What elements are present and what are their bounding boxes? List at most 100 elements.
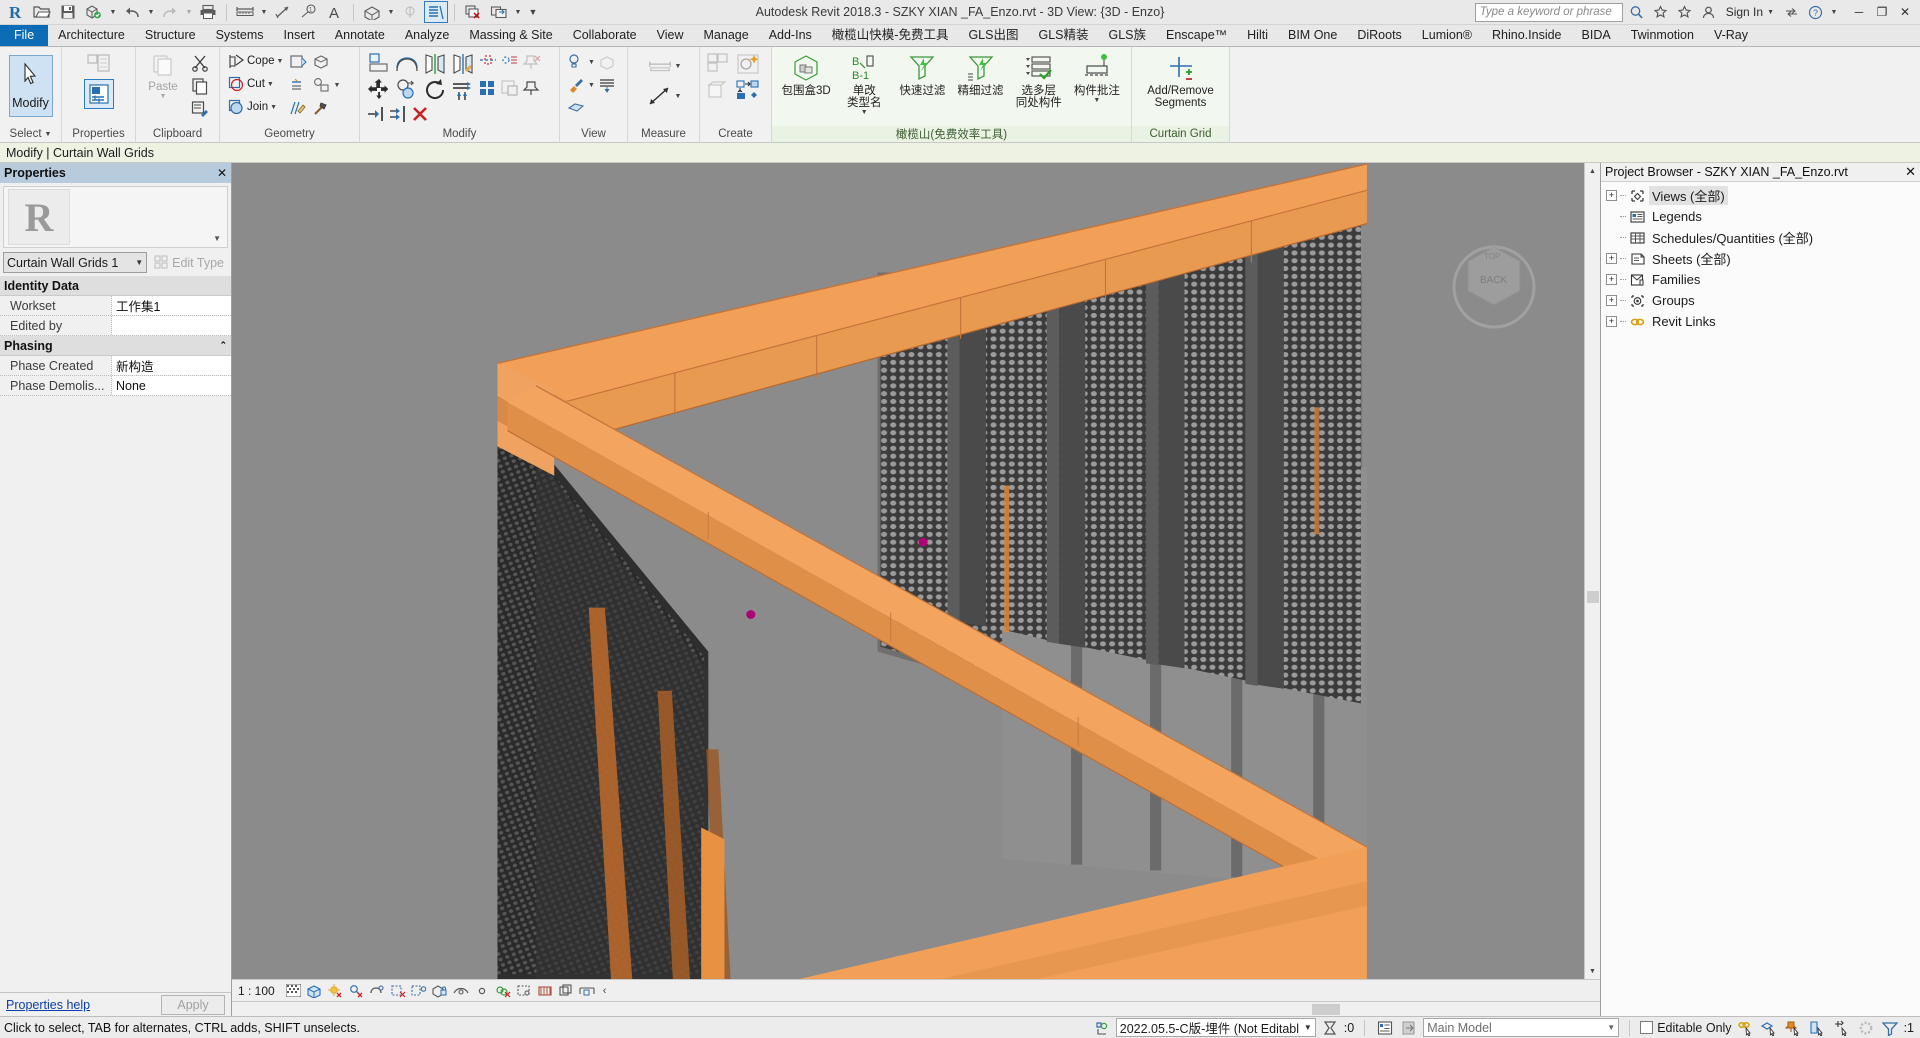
tab-systems[interactable]: Systems (206, 25, 274, 46)
edited-by-value[interactable] (112, 316, 231, 335)
expand-views-icon[interactable]: + (1606, 190, 1617, 201)
paint-icon[interactable] (287, 74, 309, 96)
design-option-selector[interactable]: Main Model ▼ (1423, 1018, 1620, 1037)
tree-node-sheets[interactable]: + Sheets (全部) (1606, 248, 1920, 269)
array-grid-icon[interactable] (477, 77, 499, 99)
tab-vray[interactable]: V-Ray (1704, 25, 1758, 46)
help-dropdown-icon[interactable]: ▼ (1829, 1, 1839, 23)
expand-groups-icon[interactable]: + (1606, 295, 1617, 306)
expand-sheets-icon[interactable]: + (1606, 253, 1617, 264)
properties-group-phasing[interactable]: Phasing ⌃ (0, 336, 231, 356)
rotate-icon[interactable] (421, 77, 449, 103)
hide-reveal-icon[interactable] (565, 51, 587, 73)
tab-file[interactable]: File (0, 25, 49, 46)
tab-rhino-inside[interactable]: Rhino.Inside (1482, 25, 1572, 46)
tree-node-groups[interactable]: + Groups (1606, 290, 1920, 311)
rename-type-button[interactable]: B B-1 单改 类型名 ▼ (837, 51, 891, 116)
mirror-draw-axis-icon[interactable] (449, 51, 477, 77)
phase-created-value[interactable]: 新构造 (112, 356, 231, 375)
expand-families-icon[interactable]: + (1606, 274, 1617, 285)
expand-revit-links-icon[interactable]: + (1606, 316, 1617, 327)
join-button[interactable]: Join ▼ (225, 96, 279, 118)
tree-node-families[interactable]: + Families (1606, 269, 1920, 290)
temporary-hide-isolate-icon[interactable] (453, 982, 470, 999)
worksharing-icon[interactable] (1856, 1019, 1876, 1037)
tab-annotate[interactable]: Annotate (325, 25, 395, 46)
restore-button[interactable]: ❐ (1871, 2, 1893, 22)
tab-bim-one[interactable]: BIM One (1278, 25, 1347, 46)
sync-with-central-icon[interactable] (82, 1, 106, 23)
modify-button[interactable]: Modify (8, 55, 53, 117)
design-options-status-icon[interactable] (1375, 1019, 1395, 1037)
active-workset-selector[interactable]: 2022.05.5-C版-埋件 (Not Editabl ▼ (1115, 1018, 1316, 1037)
close-hidden-windows-icon[interactable] (461, 1, 485, 23)
sign-in-button[interactable]: Sign In ▼ (1722, 5, 1778, 19)
viewport-vertical-scrollbar[interactable]: ▲ ▼ (1584, 163, 1600, 979)
tab-diroots[interactable]: DiRoots (1347, 25, 1411, 46)
search-input[interactable]: Type a keyword or phrase (1474, 2, 1623, 22)
sync-dropdown-icon[interactable]: ▼ (108, 1, 118, 23)
tag-icon[interactable]: 1 (297, 1, 321, 23)
design-option-chevron-down-icon[interactable]: ▼ (1607, 1023, 1615, 1032)
type-properties-icon[interactable] (85, 51, 113, 77)
copy-modify-icon[interactable] (393, 77, 421, 103)
minimize-button[interactable]: ─ (1848, 2, 1870, 22)
shadows-icon[interactable] (348, 982, 365, 999)
print-icon[interactable] (196, 1, 220, 23)
type-selector[interactable]: Curtain Wall Grids 1 ▼ (3, 252, 148, 273)
tab-ganlanshan[interactable]: 橄榄山快模-免费工具 (822, 25, 959, 46)
undo-icon[interactable] (120, 1, 144, 23)
batch-annotate-dropdown-icon[interactable]: ▼ (1093, 97, 1100, 104)
scroll-up-icon[interactable]: ▲ (1585, 163, 1600, 179)
apply-button[interactable]: Apply (161, 994, 225, 1015)
property-row-phase-demolished[interactable]: Phase Demolis... None (0, 376, 231, 396)
select-by-face-icon[interactable] (1808, 1019, 1828, 1037)
aligned-dim-dropdown-icon[interactable]: ▼ (675, 93, 682, 100)
exclude-options-icon[interactable] (1399, 1019, 1419, 1037)
create-group-icon[interactable] (705, 51, 733, 77)
tab-enscape[interactable]: Enscape™ (1156, 25, 1237, 46)
measure-between-references-icon[interactable] (646, 53, 674, 79)
tab-gls-chutu[interactable]: GLS出图 (958, 25, 1028, 46)
quick-filter-button[interactable]: 快速过滤 (895, 51, 949, 97)
rotate-center-icon[interactable] (499, 51, 521, 73)
rename-type-dropdown-icon[interactable]: ▼ (861, 109, 868, 116)
create-similar-icon[interactable] (734, 51, 762, 77)
tree-node-views[interactable]: + Views (全部) (1606, 185, 1920, 206)
cope-button[interactable]: Cope ▼ (225, 50, 285, 72)
phase-demolished-value[interactable]: None (112, 376, 231, 395)
property-row-edited-by[interactable]: Edited by (0, 316, 231, 336)
section-icon[interactable] (398, 1, 422, 23)
analytical-model-icon[interactable] (516, 982, 533, 999)
view-cut-profile-icon[interactable] (565, 97, 587, 119)
visual-style-icon[interactable] (306, 982, 323, 999)
delete-icon[interactable] (409, 103, 431, 125)
editable-elements-icon[interactable] (1320, 1019, 1340, 1037)
properties-button[interactable] (83, 79, 114, 109)
trim-extend-single-icon[interactable] (365, 103, 387, 125)
properties-preview-dropdown-icon[interactable]: ▼ (213, 234, 221, 243)
paste-dropdown-icon[interactable]: ▼ (160, 93, 167, 100)
linework-icon[interactable] (596, 74, 618, 96)
array-icon[interactable] (449, 77, 477, 103)
render-in-cloud-icon[interactable] (596, 51, 618, 73)
paint-view-icon[interactable] (565, 74, 587, 96)
aligned-dimension-measure-icon[interactable] (646, 83, 674, 109)
view-cube[interactable]: BACK TOP (1446, 235, 1542, 331)
sign-in-avatar-icon[interactable] (1698, 2, 1719, 23)
fine-filter-button[interactable]: 精细过滤 (954, 51, 1008, 97)
cut-dropdown-icon[interactable]: ▼ (267, 81, 274, 88)
tab-twinmotion[interactable]: Twinmotion (1621, 25, 1704, 46)
properties-group-identity-data[interactable]: Identity Data (0, 276, 231, 296)
close-button[interactable]: ✕ (1894, 2, 1916, 22)
switch-windows-dropdown-icon[interactable]: ▼ (513, 1, 523, 23)
select-overlapping-button[interactable]: 选多层 同处构件 (1012, 51, 1066, 109)
revit-logo-icon[interactable]: R (4, 1, 28, 23)
pin-disabled-icon[interactable] (521, 51, 543, 73)
undo-dropdown-icon[interactable]: ▼ (146, 1, 156, 23)
measure-dropdown-icon-2[interactable]: ▼ (675, 63, 682, 70)
cut-button[interactable]: Cut ▼ (225, 73, 276, 95)
tab-lumion[interactable]: Lumion® (1412, 25, 1482, 46)
show-crop-region-icon[interactable] (411, 982, 428, 999)
pin-icon[interactable] (521, 77, 543, 99)
